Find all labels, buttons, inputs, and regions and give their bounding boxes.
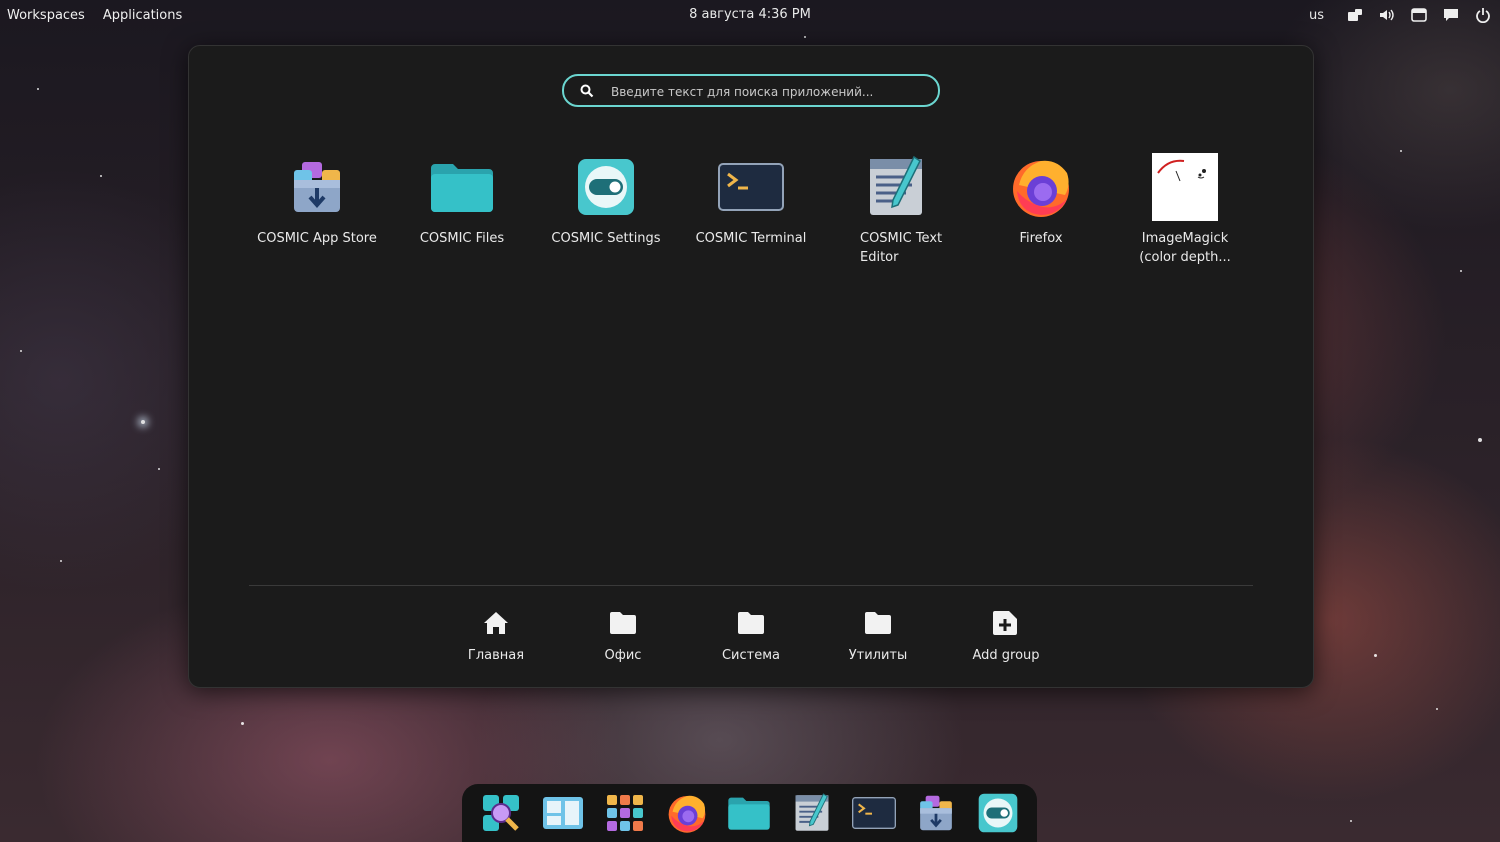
star: [1436, 708, 1438, 710]
settings-icon[interactable]: [974, 789, 1022, 837]
app-cosmic-terminal[interactable]: COSMIC Terminal: [681, 151, 821, 248]
divider: [249, 585, 1253, 586]
app-label: COSMIC Settings: [551, 231, 661, 246]
group-home[interactable]: Главная: [441, 608, 551, 663]
app-label: COSMIC Terminal: [695, 231, 807, 246]
text-editor-icon: [860, 151, 932, 223]
launcher-icon[interactable]: [477, 789, 525, 837]
home-icon: [441, 608, 551, 638]
star: [1460, 270, 1462, 272]
app-store-icon: [281, 151, 353, 223]
notification-tray-icon[interactable]: [1346, 6, 1364, 24]
app-cosmic-files[interactable]: COSMIC Files: [392, 151, 532, 248]
star: [804, 36, 806, 38]
power-icon[interactable]: [1474, 6, 1492, 24]
star: [241, 722, 244, 725]
group-add[interactable]: Add group: [951, 608, 1061, 663]
keyboard-layout-indicator[interactable]: us: [1309, 8, 1324, 23]
folder-icon: [568, 608, 678, 638]
system-tray: us: [1309, 0, 1492, 30]
app-cosmic-app-store[interactable]: COSMIC App Store: [247, 151, 387, 248]
firefox-icon[interactable]: [663, 789, 711, 837]
dock: [462, 784, 1037, 842]
folder-icon: [823, 608, 933, 638]
app-label: COSMIC App Store: [257, 231, 377, 246]
terminal-icon[interactable]: [850, 789, 898, 837]
search-icon: [580, 83, 596, 99]
star: [1350, 820, 1352, 822]
text-editor-icon[interactable]: [788, 789, 836, 837]
group-label: Add group: [972, 648, 1040, 663]
files-icon[interactable]: [725, 789, 773, 837]
app-label: COSMIC Text Editor: [860, 231, 943, 265]
group-label: Офис: [604, 648, 642, 663]
star: [60, 560, 62, 562]
group-office[interactable]: Офис: [568, 608, 678, 663]
imagemagick-icon: [1149, 151, 1221, 223]
app-launcher-panel: COSMIC App Store COSMIC Files COSMIC Set…: [188, 45, 1314, 688]
group-label: Утилиты: [848, 648, 908, 663]
star: [1400, 150, 1402, 152]
top-panel: Workspaces Applications 8 августа 4:36 P…: [0, 0, 1500, 30]
group-utilities[interactable]: Утилиты: [823, 608, 933, 663]
app-label: ImageMagick (color depth...: [1139, 231, 1231, 265]
group-label: Главная: [467, 648, 525, 663]
top-panel-left: Workspaces Applications: [0, 8, 182, 23]
app-firefox[interactable]: Firefox: [971, 151, 1111, 248]
app-grid-icon[interactable]: [601, 789, 649, 837]
star: [1374, 654, 1377, 657]
firefox-icon: [1005, 151, 1077, 223]
add-folder-icon: [951, 608, 1061, 638]
folder-icon: [426, 151, 498, 223]
search-input[interactable]: [609, 80, 928, 104]
volume-icon[interactable]: [1378, 6, 1396, 24]
app-label: Firefox: [1019, 231, 1063, 246]
star: [1478, 438, 1482, 442]
group-system[interactable]: Система: [696, 608, 806, 663]
app-label: COSMIC Files: [419, 231, 505, 246]
app-imagemagick[interactable]: ImageMagick (color depth...: [1115, 151, 1255, 267]
clock-button[interactable]: 8 августа 4:36 PM: [689, 7, 811, 22]
workspaces-icon[interactable]: [539, 789, 587, 837]
terminal-icon: [715, 151, 787, 223]
screenshot-icon[interactable]: [1410, 6, 1428, 24]
star: [141, 420, 145, 424]
applications-button[interactable]: Applications: [103, 8, 182, 23]
app-cosmic-settings[interactable]: COSMIC Settings: [536, 151, 676, 248]
star: [100, 175, 102, 177]
star: [20, 350, 22, 352]
clock-container: 8 августа 4:36 PM: [0, 7, 1500, 22]
star: [158, 468, 160, 470]
app-cosmic-text-editor[interactable]: COSMIC Text Editor: [826, 151, 966, 267]
search-box[interactable]: [562, 74, 940, 107]
group-label: Система: [721, 648, 781, 663]
chat-icon[interactable]: [1442, 6, 1460, 24]
folder-icon: [696, 608, 806, 638]
star: [37, 88, 39, 90]
workspaces-button[interactable]: Workspaces: [7, 8, 85, 23]
app-store-icon[interactable]: [912, 789, 960, 837]
settings-toggle-icon: [570, 151, 642, 223]
